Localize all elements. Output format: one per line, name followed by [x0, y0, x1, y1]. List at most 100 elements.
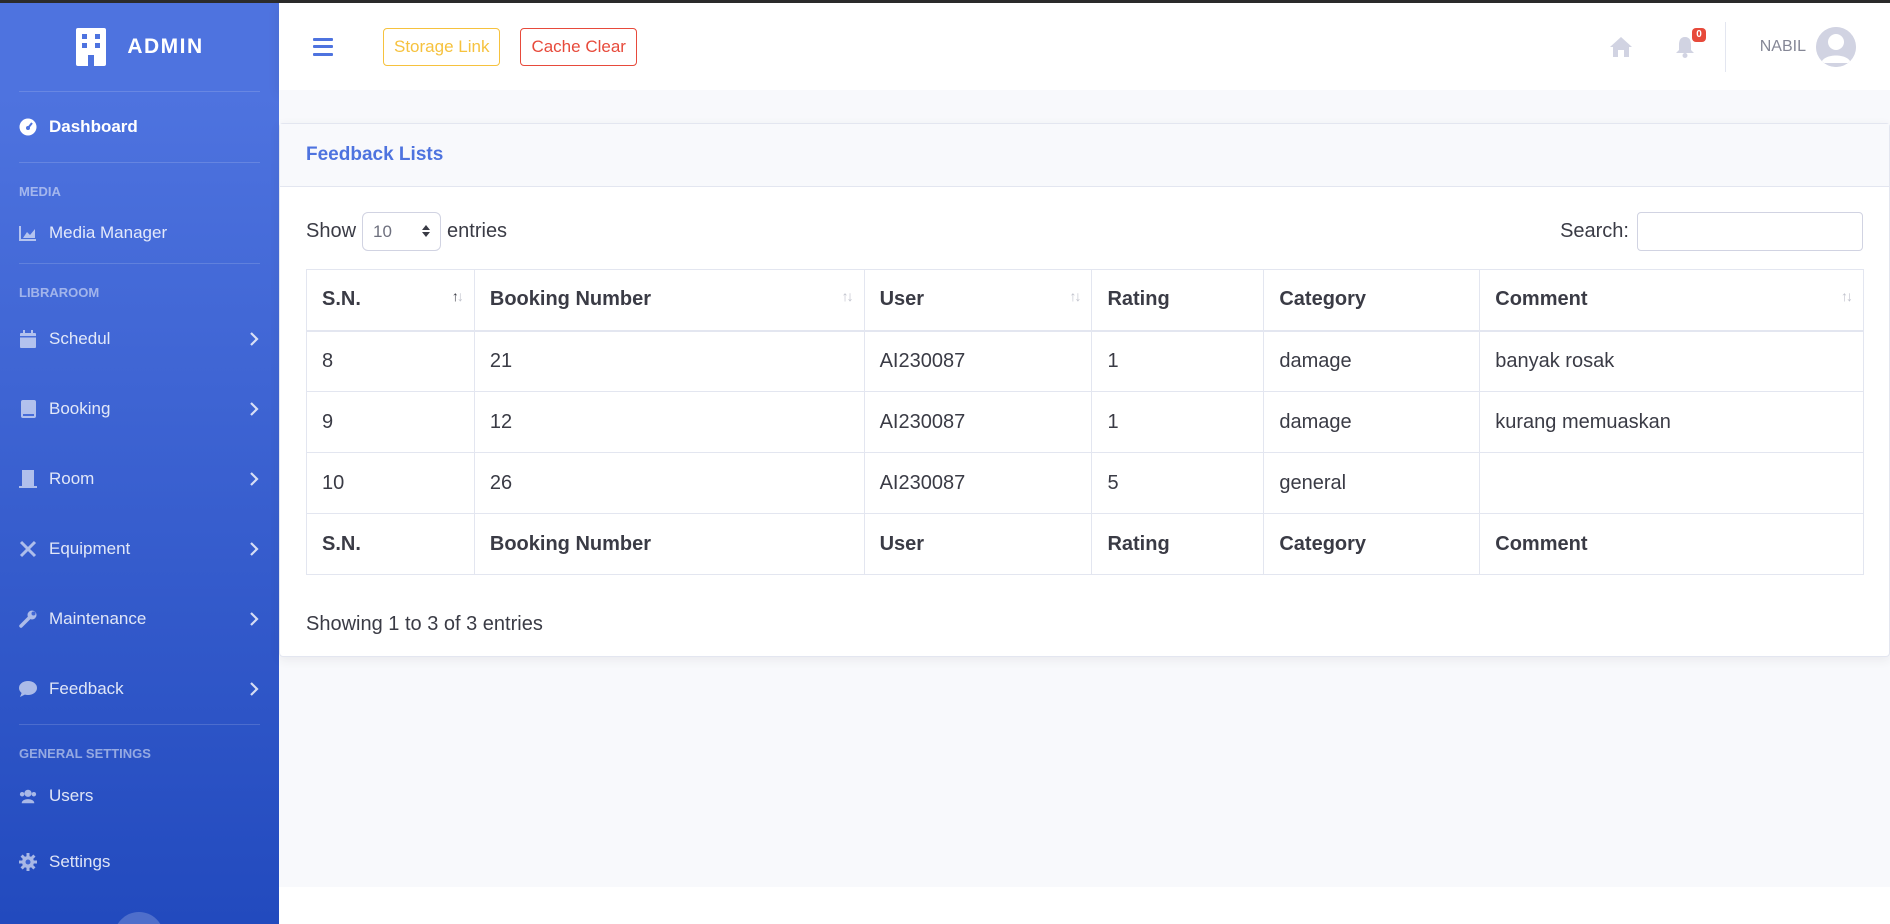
table-row: 10 26 AI230087 5 general — [306, 452, 1864, 514]
sidebar-brand[interactable]: ADMIN — [0, 3, 279, 91]
sort-icon: ↑↓ — [841, 288, 854, 304]
cell-booking-number: 26 — [473, 452, 865, 514]
feedback-table: S.N. ↑↓ Booking Number ↑↓ User ↑↓ Rating Ca… — [306, 269, 1864, 575]
cell-comment: kurang memuaskan — [1479, 391, 1864, 453]
footer-user: User — [863, 513, 1093, 575]
footer-comment: Comment — [1479, 513, 1864, 575]
chevron-right-icon — [248, 470, 260, 488]
cell-rating: 1 — [1091, 391, 1265, 453]
card-header: Feedback Lists — [280, 124, 1889, 187]
feedback-card: Feedback Lists Show 10 entries Search: S… — [279, 123, 1890, 657]
table-row: 8 21 AI230087 1 damage banyak rosak — [306, 330, 1864, 392]
storage-link-button[interactable]: Storage Link — [383, 27, 501, 66]
cell-sn: 10 — [306, 452, 475, 514]
footer-booking-number: Booking Number — [473, 513, 865, 575]
sidebar-item-label: Maintenance — [49, 609, 147, 628]
main-content: Feedback Lists Show 10 entries Search: S… — [279, 90, 1890, 887]
footer-category: Category — [1263, 513, 1481, 575]
column-header-booking-number[interactable]: Booking Number ↑↓ — [473, 269, 865, 332]
sidebar-item-schedul[interactable]: Schedul — [0, 304, 279, 374]
table-controls: Show 10 entries Search: — [306, 212, 1863, 251]
cell-comment — [1479, 452, 1864, 514]
sidebar-item-label: Room — [49, 469, 95, 488]
page-title: Feedback Lists — [306, 144, 444, 165]
sidebar-item-label: Users — [49, 786, 94, 805]
table-footer-row: S.N. Booking Number User Rating Category… — [306, 513, 1864, 575]
sort-icon: ↑↓ — [1841, 288, 1853, 304]
user-name[interactable]: NABIL — [1760, 38, 1806, 56]
chevron-right-icon — [248, 400, 260, 418]
notification-count-badge: 0 — [1692, 27, 1706, 42]
cell-booking-number: 12 — [473, 391, 865, 453]
table-row: 9 12 AI230087 1 damage kurang memuaskan — [306, 391, 1864, 453]
tachometer-icon — [19, 118, 37, 136]
column-header-user[interactable]: User ↑↓ — [863, 269, 1093, 332]
cell-comment: banyak rosak — [1479, 330, 1864, 392]
topbar-divider — [1724, 21, 1726, 72]
table-header-row: S.N. ↑↓ Booking Number ↑↓ User ↑↓ Rating Ca… — [306, 269, 1864, 332]
topbar: Storage Link Cache Clear 0 NABIL — [279, 3, 1890, 90]
cell-user: AI230087 — [863, 452, 1093, 514]
footer-rating: Rating — [1091, 513, 1265, 575]
page-length-select[interactable]: 10 — [362, 212, 442, 251]
page-length-control: Show 10 entries — [306, 212, 507, 251]
sidebar-item-room[interactable]: Room — [0, 444, 279, 514]
column-header-sn[interactable]: S.N. ↑↓ — [306, 269, 475, 332]
calendar-icon — [19, 330, 37, 348]
column-header-comment[interactable]: Comment ↑↓ — [1479, 269, 1864, 332]
cell-category: damage — [1263, 391, 1481, 453]
chevron-right-icon — [248, 610, 260, 628]
search-label: Search: — [1560, 220, 1629, 242]
book-icon — [19, 400, 37, 418]
cell-user: AI230087 — [863, 330, 1093, 392]
chevron-right-icon — [248, 540, 260, 558]
sidebar-item-equipment[interactable]: Equipment — [0, 514, 279, 584]
sort-icon: ↑↓ — [451, 288, 464, 304]
wrench-icon — [19, 610, 37, 628]
avatar[interactable] — [1816, 26, 1856, 67]
brand-name: ADMIN — [127, 35, 204, 58]
cache-clear-button[interactable]: Cache Clear — [520, 27, 637, 66]
cell-sn: 9 — [306, 391, 475, 453]
chart-area-icon — [19, 224, 37, 242]
cell-booking-number: 21 — [473, 330, 865, 392]
sidebar-item-label: Dashboard — [49, 117, 138, 136]
building-icon — [75, 27, 107, 67]
sidebar-toggle-button[interactable] — [114, 912, 164, 924]
sidebar-item-dashboard[interactable]: Dashboard — [0, 92, 279, 162]
sidebar-item-booking[interactable]: Booking — [0, 374, 279, 444]
sidebar-item-maintenance[interactable]: Maintenance — [0, 584, 279, 654]
sidebar-item-label: Booking — [49, 399, 111, 418]
door-icon — [19, 470, 37, 488]
column-header-rating: Rating — [1091, 269, 1265, 332]
cell-category: damage — [1263, 330, 1481, 392]
sidebar-item-settings[interactable]: Settings — [0, 827, 279, 897]
home-icon[interactable] — [1609, 36, 1633, 58]
sidebar-item-label: Media Manager — [49, 223, 168, 242]
sidebar-item-media-manager[interactable]: Media Manager — [0, 203, 279, 263]
sidebar-heading-libraroom: LIBRAROOM — [19, 285, 100, 300]
search-control: Search: — [1560, 212, 1863, 251]
cell-rating: 5 — [1091, 452, 1265, 514]
menu-toggle-icon[interactable] — [313, 37, 333, 56]
cell-sn: 8 — [306, 330, 475, 392]
cell-rating: 1 — [1091, 330, 1265, 392]
sidebar-item-label: Settings — [49, 852, 111, 871]
notifications-button[interactable]: 0 — [1675, 27, 1706, 58]
cell-category: general — [1263, 452, 1481, 514]
cell-user: AI230087 — [863, 391, 1093, 453]
footer-sn: S.N. — [306, 513, 475, 575]
chevron-right-icon — [248, 330, 260, 348]
page-length-value: 10 — [373, 221, 392, 241]
sidebar-item-users[interactable]: Users — [0, 765, 279, 827]
cog-icon — [19, 853, 37, 871]
column-header-category: Category — [1263, 269, 1481, 332]
bell-icon — [1675, 36, 1695, 62]
chevron-right-icon — [248, 680, 260, 698]
search-input[interactable] — [1637, 212, 1863, 251]
tools-icon — [19, 540, 37, 558]
sidebar-item-feedback[interactable]: Feedback — [0, 654, 279, 724]
table-info: Showing 1 to 3 of 3 entries — [306, 613, 543, 635]
sort-arrows-icon — [422, 222, 431, 242]
comment-icon — [19, 680, 37, 698]
